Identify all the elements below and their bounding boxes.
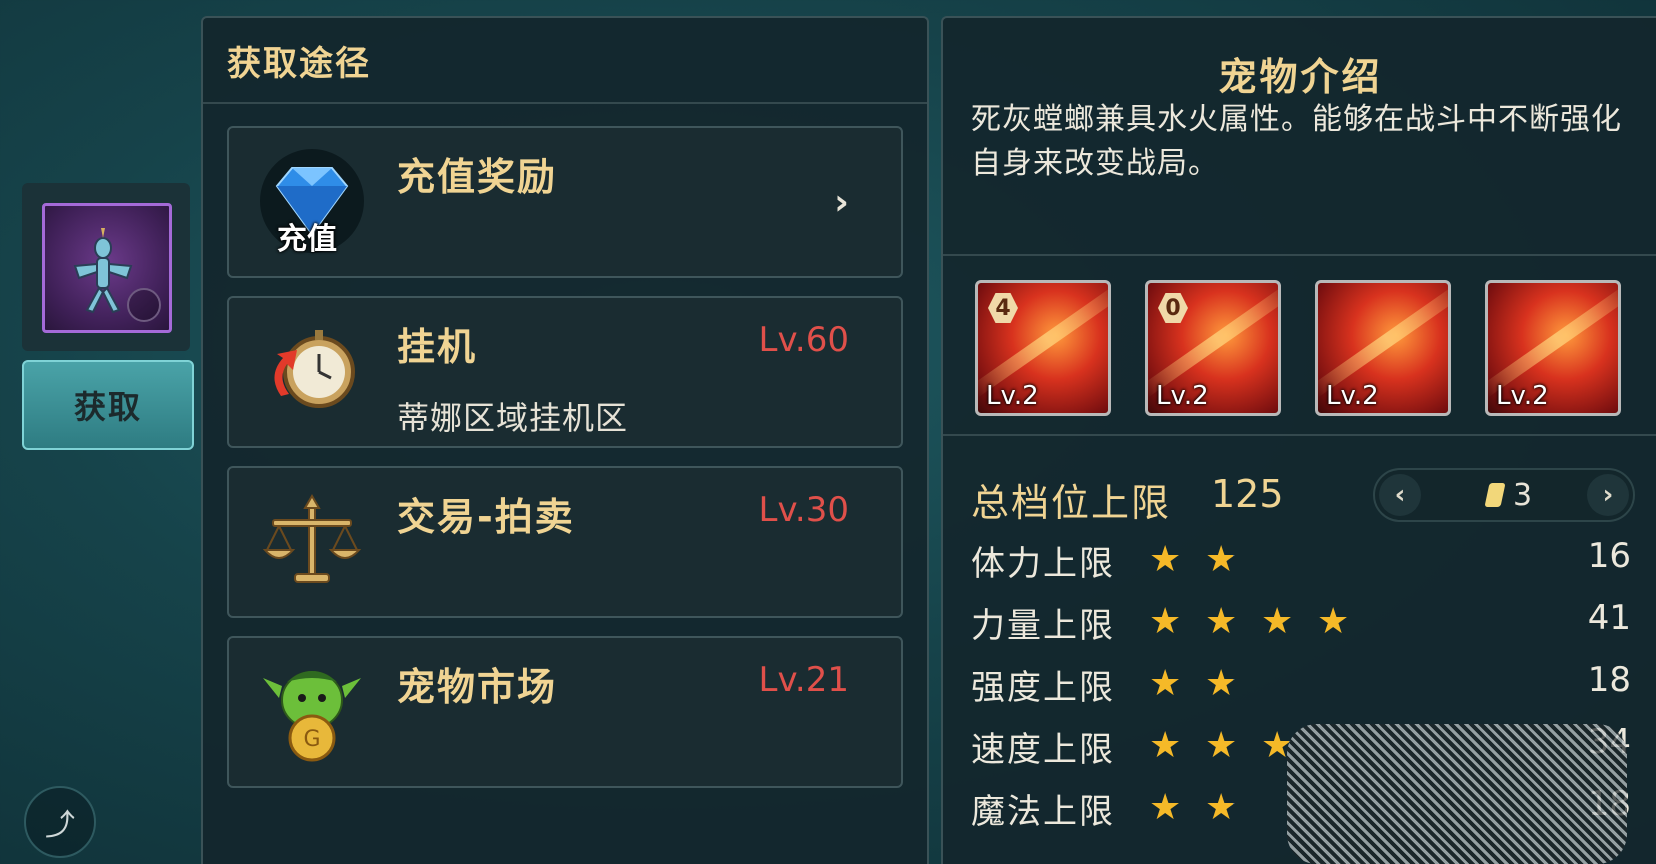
star-rating: ★ ★ (1149, 664, 1261, 704)
chevron-right-icon: › (834, 182, 849, 223)
acquisition-header: 获取途径 (203, 18, 927, 104)
skill-level: Lv.2 (1156, 381, 1209, 411)
pet-avatar-frame (42, 203, 172, 333)
star-icon: ★ (1149, 787, 1182, 828)
skill-badge: 4 (988, 293, 1018, 323)
skill-level: Lv.2 (1496, 381, 1549, 411)
divider (943, 254, 1656, 256)
divider (943, 434, 1656, 436)
goblin-coin-icon: G (257, 656, 367, 766)
star-rating: ★ ★ (1149, 788, 1261, 828)
half-star-icon: ★ (1205, 540, 1261, 580)
recharge-icon-label: 充值 (277, 222, 337, 257)
total-cap-label: 总档位上限 (971, 481, 1172, 525)
svg-text:G: G (303, 727, 320, 752)
source-name: 挂机 (397, 325, 478, 369)
total-cap-row: 总档位上限 125 ‹ 3 › (971, 468, 1635, 528)
pet-avatar-slot[interactable] (22, 183, 190, 351)
source-description: 蒂娜区域挂机区 (397, 399, 629, 437)
skill-slot-4[interactable]: Lv.2 (1485, 280, 1621, 416)
source-level: Lv.60 (758, 320, 850, 360)
star-rating: ★ ★ (1149, 540, 1261, 580)
skill-slot-1[interactable]: 4 Lv.2 (975, 280, 1111, 416)
obscured-overlay (1287, 724, 1627, 864)
stat-value: 18 (1587, 660, 1631, 700)
star-icon: ★ (1261, 601, 1294, 642)
source-card-recharge[interactable]: 充值 充值奖励 › (227, 126, 903, 278)
total-cap-value: 125 (1211, 472, 1284, 516)
half-star-icon: ★ (1205, 664, 1261, 704)
skill-level: Lv.2 (1326, 381, 1379, 411)
star-rating: ★ ★ ★ ★ (1149, 602, 1373, 642)
acquisition-panel: 获取途径 充值 充值奖励 › 挂机 Lv.60 蒂娜区域挂机区 交易-拍卖 Lv… (201, 16, 929, 864)
pocket-watch-icon (257, 316, 367, 426)
stat-value: 16 (1587, 536, 1631, 576)
star-icon: ★ (1205, 725, 1238, 766)
star-icon: ★ (1205, 601, 1238, 642)
stat-row: 强度上限 ★ ★ 18 (971, 658, 1631, 708)
source-name: 充值奖励 (397, 155, 558, 199)
star-icon: ★ (1149, 539, 1182, 580)
star-icon: ★ (1149, 663, 1182, 704)
source-card-idle[interactable]: 挂机 Lv.60 蒂娜区域挂机区 (227, 296, 903, 448)
star-icon: ★ (1317, 601, 1350, 642)
half-star-icon: ★ (1205, 788, 1261, 828)
star-icon: ★ (1149, 601, 1182, 642)
tier-value: 3 (1513, 478, 1533, 513)
star-icon: ★ (1149, 725, 1182, 766)
stat-label: 速度上限 (971, 730, 1115, 770)
skill-slot-3[interactable]: Lv.2 (1315, 280, 1451, 416)
stat-label: 魔法上限 (971, 792, 1115, 832)
stat-label: 强度上限 (971, 668, 1115, 708)
stat-label: 力量上限 (971, 606, 1115, 646)
chevron-left-icon[interactable]: ‹ (1379, 474, 1421, 516)
tier-card-icon (1484, 483, 1506, 507)
chevron-right-icon[interactable]: › (1587, 474, 1629, 516)
source-card-auction[interactable]: 交易-拍卖 Lv.30 (227, 466, 903, 618)
stat-label: 体力上限 (971, 544, 1115, 584)
pet-description: 死灰螳螂兼具水火属性。能够在战斗中不断强化自身来改变战局。 (971, 102, 1622, 181)
diamond-icon: 充值 (257, 146, 367, 257)
pet-info-title: 宠物介绍 (1218, 55, 1383, 99)
skill-level: Lv.2 (986, 381, 1039, 411)
get-button[interactable]: 获取 (22, 360, 194, 450)
pet-slot-indicator (127, 288, 161, 322)
source-name: 宠物市场 (397, 665, 558, 709)
stat-row: 体力上限 ★ ★ 16 (971, 534, 1631, 584)
stat-value: 41 (1587, 598, 1631, 638)
stat-row: 力量上限 ★ ★ ★ ★ 41 (971, 596, 1631, 646)
skill-slot-2[interactable]: 0 Lv.2 (1145, 280, 1281, 416)
source-name: 交易-拍卖 (397, 495, 575, 539)
source-level: Lv.30 (758, 490, 850, 530)
source-card-pet-market[interactable]: G 宠物市场 Lv.21 (227, 636, 903, 788)
skill-badge: 0 (1158, 293, 1188, 323)
tier-selector: ‹ 3 › (1373, 468, 1635, 522)
source-level: Lv.21 (758, 660, 850, 700)
share-icon: ⤴ (45, 808, 75, 843)
acquisition-title: 获取途径 (227, 43, 371, 84)
scales-icon (257, 486, 367, 596)
share-button[interactable]: ⤴ (24, 786, 96, 858)
